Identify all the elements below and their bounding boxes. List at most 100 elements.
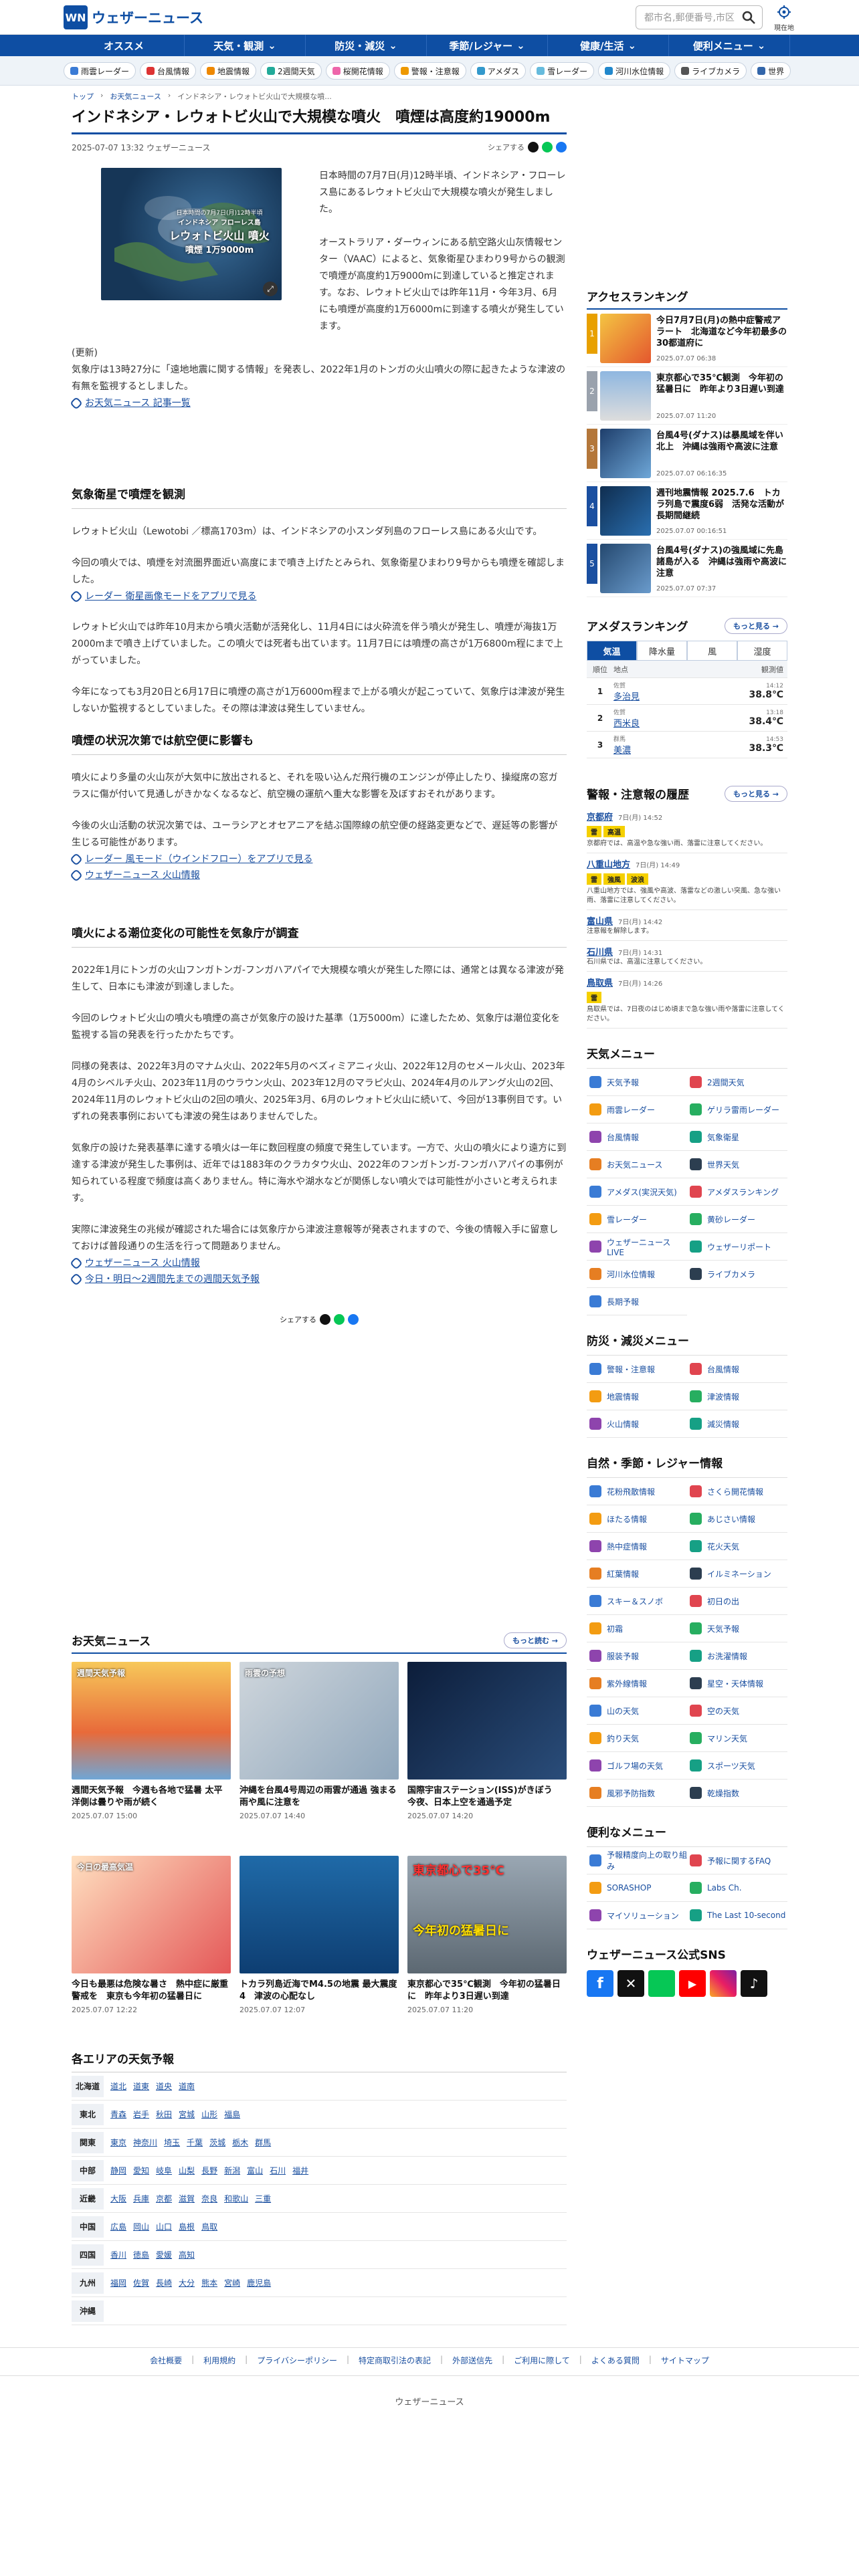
volcano-info-link[interactable]: ウェザーニュース 火山情報 (70, 1255, 567, 1271)
area-link[interactable]: 山形 (201, 2109, 217, 2120)
quick-link-7[interactable]: 雪レーダー (530, 62, 595, 80)
search-icon[interactable] (741, 9, 757, 25)
weather_menu-item[interactable]: ゲリラ雷雨レーダー (687, 1096, 787, 1123)
search-input[interactable]: 都市名,郵便番号,市区 (636, 5, 763, 29)
tab-wind[interactable]: 風 (687, 641, 737, 661)
season_menu-item[interactable]: ゴルフ場の天気 (587, 1752, 687, 1780)
amedas-row[interactable]: 3 群馬 美濃 14:53 38.3℃ (587, 732, 787, 758)
season_menu-item[interactable]: 乾燥指数 (687, 1780, 787, 1807)
area-link[interactable]: 宮城 (179, 2109, 195, 2120)
disaster_menu-item[interactable]: 地震情報 (587, 1383, 687, 1410)
footer-link[interactable]: サイトマップ (661, 2355, 709, 2366)
area-link[interactable]: 香川 (110, 2249, 126, 2260)
area-link[interactable]: 埼玉 (164, 2137, 180, 2148)
warning-item[interactable]: 京都府 7日(月) 14:52 雷高温 京都府では、高温や急な強い雨、落雷に注意してく… (587, 806, 787, 853)
quick-link-0[interactable]: 雨雲レーダー (64, 62, 136, 80)
area-link[interactable]: 岡山 (133, 2221, 149, 2232)
weather_menu-item[interactable]: アメダス(実況天気) (587, 1178, 687, 1206)
news-card[interactable]: 今日も最悪は危険な暑さ 熱中症に厳重警戒を 東京も今年初の猛暑日に 2025.07… (72, 1856, 231, 2014)
weather_menu-item[interactable]: 世界天気 (687, 1151, 787, 1178)
area-link[interactable]: 兵庫 (133, 2193, 149, 2204)
news-card[interactable]: トカラ列島近海でM4.5の地震 最大震度4 津波の心配なし 2025.07.07 … (240, 1856, 399, 2014)
amedas-row[interactable]: 1 佐賀 多治見 14:12 38.8℃ (587, 678, 787, 705)
amedas-row[interactable]: 2 佐賀 西米良 13:18 38.4℃ (587, 705, 787, 732)
area-link[interactable]: 熊本 (201, 2277, 217, 2288)
area-link[interactable]: 広島 (110, 2221, 126, 2232)
area-link[interactable]: 愛知 (133, 2165, 149, 2176)
weather_menu-item[interactable]: 気象衛星 (687, 1123, 787, 1151)
footer-link[interactable]: 特定商取引法の表記 (359, 2355, 431, 2366)
area-link[interactable]: 岩手 (133, 2109, 149, 2120)
season_menu-item[interactable]: 熱中症情報 (587, 1533, 687, 1560)
facebook-icon[interactable]: f (587, 1970, 613, 1997)
area-link[interactable]: 道央 (156, 2080, 172, 2092)
area-link[interactable]: 和歌山 (224, 2193, 248, 2204)
season_menu-item[interactable]: あじさい情報 (687, 1505, 787, 1533)
season_menu-item[interactable]: 服装予報 (587, 1642, 687, 1670)
footer-link[interactable]: よくある質問 (591, 2355, 640, 2366)
quick-link-3[interactable]: 2週間天気 (260, 62, 322, 80)
gnav-item-health[interactable]: 健康/生活 ⌄ (548, 35, 669, 56)
weather_menu-item[interactable]: 台風情報 (587, 1123, 687, 1151)
quick-link-8[interactable]: 河川水位情報 (598, 62, 671, 80)
area-link[interactable]: 滋賀 (179, 2193, 195, 2204)
area-link[interactable]: 栃木 (232, 2137, 248, 2148)
area-link[interactable]: 山口 (156, 2221, 172, 2232)
footer-link[interactable]: 会社概要 (150, 2355, 182, 2366)
breadcrumb-news[interactable]: お天気ニュース (110, 91, 161, 102)
news-more-button[interactable]: もっと読む → (503, 1632, 567, 1648)
season_menu-item[interactable]: 花粉飛散情報 (587, 1478, 687, 1505)
footer-link[interactable]: 利用規約 (203, 2355, 235, 2366)
youtube-icon[interactable]: ▶ (679, 1970, 706, 1997)
quick-link-9[interactable]: ライブカメラ (674, 62, 747, 80)
weather_menu-item[interactable]: 黄砂レーダー (687, 1206, 787, 1233)
area-link[interactable]: 大阪 (110, 2193, 126, 2204)
weather_menu-item[interactable]: 天気予報 (587, 1069, 687, 1096)
tab-precipitation[interactable]: 降水量 (637, 641, 687, 661)
quick-link-10[interactable]: 世界 (751, 62, 791, 80)
warning-item[interactable]: 鳥取県 7日(月) 14:26 雷鳥取県では、7日夜のはじめ頃まで急な強い雨や落雷に… (587, 972, 787, 1029)
gnav-item-weather[interactable]: 天気・観測 ⌄ (185, 35, 306, 56)
x-share-icon[interactable] (320, 1314, 330, 1325)
weather_menu-item[interactable]: 2週間天気 (687, 1069, 787, 1096)
area-link[interactable]: 京都 (156, 2193, 172, 2204)
quick-link-4[interactable]: 桜開花情報 (325, 62, 390, 80)
season_menu-item[interactable]: ほたる情報 (587, 1505, 687, 1533)
footer-link[interactable]: 外部送信先 (452, 2355, 492, 2366)
season_menu-item[interactable]: 山の天気 (587, 1697, 687, 1725)
season_menu-item[interactable]: さくら開花情報 (687, 1478, 787, 1505)
line-share-icon[interactable] (334, 1314, 345, 1325)
weather_menu-item[interactable]: 河川水位情報 (587, 1261, 687, 1288)
area-link[interactable]: 奈良 (201, 2193, 217, 2204)
warning-item[interactable]: 石川県 7日(月) 14:31 石川県では、高温に注意してください。 (587, 941, 787, 972)
weather_menu-item[interactable]: ウェザーニュースLIVE (587, 1233, 687, 1261)
season_menu-item[interactable]: 釣り天気 (587, 1725, 687, 1752)
ranking-item[interactable]: 3 台風4号(ダナス)は暴風域を伴い北上 沖縄は強雨や高波に注意 2025.07.0… (587, 429, 787, 482)
area-link[interactable]: 長野 (201, 2165, 217, 2176)
weather_menu-item[interactable]: 長期予報 (587, 1288, 687, 1315)
area-link[interactable]: 新潟 (224, 2165, 240, 2176)
x-icon[interactable]: ✕ (617, 1970, 644, 1997)
season_menu-item[interactable]: 天気予報 (687, 1615, 787, 1642)
area-link[interactable]: 鹿児島 (247, 2277, 271, 2288)
gnav-item-recommend[interactable]: オススメ (64, 35, 185, 56)
convenient_menu-item[interactable]: Labs Ch. (687, 1874, 787, 1902)
convenient_menu-item[interactable]: マイソリューション (587, 1902, 687, 1929)
disaster_menu-item[interactable]: 津波情報 (687, 1383, 787, 1410)
news-card[interactable]: 沖縄を台風4号周辺の雨雲が通過 強まる雨や風に注意を 2025.07.07 14:… (240, 1662, 399, 1820)
line-icon[interactable] (648, 1970, 675, 1997)
article-main-image[interactable]: 日本時間の7月7日(月)12時半頃 インドネシア フローレス島 レウォトビ火山 … (101, 168, 282, 300)
convenient_menu-item[interactable]: SORASHOP (587, 1874, 687, 1902)
area-link[interactable]: 福島 (224, 2109, 240, 2120)
x-share-icon[interactable] (528, 142, 539, 152)
season_menu-item[interactable]: イルミネーション (687, 1560, 787, 1588)
season_menu-item[interactable]: 紫外線情報 (587, 1670, 687, 1697)
news-list-link[interactable]: お天気ニュース 記事一覧 (70, 395, 567, 411)
quick-link-2[interactable]: 地震情報 (200, 62, 257, 80)
ranking-item[interactable]: 1 今日7月7日(月)の熱中症警戒アラート 北海道など今年初最多の30都道府に 20… (587, 314, 787, 367)
area-link[interactable]: 徳島 (133, 2249, 149, 2260)
area-link[interactable]: 山梨 (179, 2165, 195, 2176)
footer-link[interactable]: プライバシーポリシー (257, 2355, 337, 2366)
disaster_menu-item[interactable]: 減災情報 (687, 1410, 787, 1438)
facebook-share-icon[interactable] (348, 1314, 359, 1325)
